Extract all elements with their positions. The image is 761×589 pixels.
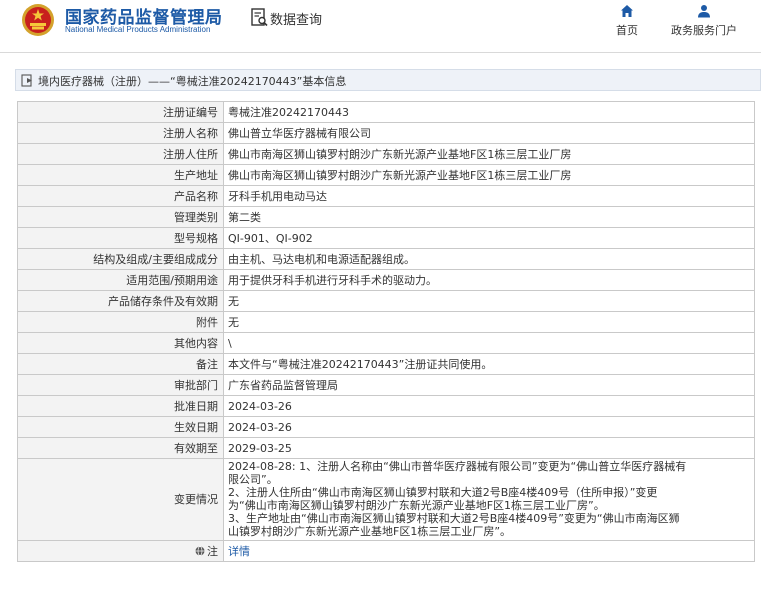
change-line: 山镇罗村朗沙广东新光源产业基地F区1栋三层工业厂房”。 xyxy=(228,525,512,538)
row-value: 广东省药品监督管理局 xyxy=(223,374,755,396)
nav-home[interactable]: 首页 xyxy=(612,4,642,38)
row-label: 型号规格 xyxy=(17,227,224,249)
row-label: 附件 xyxy=(17,311,224,333)
nav-home-label: 首页 xyxy=(616,24,638,37)
row-value: 牙科手机用电动马达 xyxy=(223,185,755,207)
table-row: 备注 本文件与“粤械注准20242170443”注册证共同使用。 xyxy=(17,353,755,375)
table-row: 适用范围/预期用途 用于提供牙科手机进行牙科手术的驱动力。 xyxy=(17,269,755,291)
row-label: 注册证编号 xyxy=(17,101,224,123)
table-row: 审批部门 广东省药品监督管理局 xyxy=(17,374,755,396)
table-row: 管理类别 第二类 xyxy=(17,206,755,228)
detail-link[interactable]: 详情 xyxy=(228,545,250,558)
row-label: 结构及组成/主要组成成分 xyxy=(17,248,224,270)
table-row: 批准日期 2024-03-26 xyxy=(17,395,755,417)
row-value: 2029-03-25 xyxy=(223,437,755,459)
table-row-changes: 变更情况 2024-08-28: 1、注册人名称由“佛山市普华医疗器械有限公司”… xyxy=(17,458,755,541)
row-label: 有效期至 xyxy=(17,437,224,459)
row-label: 适用范围/预期用途 xyxy=(17,269,224,291)
row-label: 产品名称 xyxy=(17,185,224,207)
logo-title-en: National Medical Products Administration xyxy=(65,25,211,34)
search-document-icon xyxy=(251,8,268,27)
nav-gov-service[interactable]: 政务服务门户 xyxy=(664,4,744,38)
globe-icon xyxy=(195,545,205,556)
row-label: 注册人名称 xyxy=(17,122,224,144)
table-row: 注册人住所 佛山市南海区狮山镇罗村朗沙广东新光源产业基地F区1栋三层工业厂房 xyxy=(17,143,755,165)
row-value: 2024-03-26 xyxy=(223,395,755,417)
row-label: 审批部门 xyxy=(17,374,224,396)
changes-value: 2024-08-28: 1、注册人名称由“佛山市普华医疗器械有限公司”变更为“佛… xyxy=(223,458,755,541)
site-header: 国家药品监督管理局 National Medical Products Admi… xyxy=(0,0,761,53)
nav-gov-label: 政务服务门户 xyxy=(671,24,737,37)
row-label: 批准日期 xyxy=(17,395,224,417)
national-emblem-icon xyxy=(22,4,54,36)
user-icon xyxy=(698,5,710,18)
row-value: 佛山普立华医疗器械有限公司 xyxy=(223,122,755,144)
row-value: 用于提供牙科手机进行牙科手术的驱动力。 xyxy=(223,269,755,291)
detail-value: 详情 xyxy=(223,540,755,562)
row-label: 生产地址 xyxy=(17,164,224,186)
row-label: 生效日期 xyxy=(17,416,224,438)
change-line: 限公司”。 xyxy=(228,473,278,486)
data-query-label[interactable]: 数据查询 xyxy=(270,9,322,28)
change-line: 2、注册人住所由“佛山市南海区狮山镇罗村联和大道2号B座4楼409号（住所申报）… xyxy=(228,486,658,499)
row-value: 无 xyxy=(223,290,755,312)
table-row: 产品储存条件及有效期无 xyxy=(17,290,755,312)
table-row: 结构及组成/主要组成成分 由主机、马达电机和电源适配器组成。 xyxy=(17,248,755,270)
row-label: 管理类别 xyxy=(17,206,224,228)
row-value: 2024-03-26 xyxy=(223,416,755,438)
change-line: 3、生产地址由“佛山市南海区狮山镇罗村联和大道2号B座4楼409号”变更为“佛山… xyxy=(228,512,680,525)
change-line: 2024-08-28: 1、注册人名称由“佛山市普华医疗器械有限公司”变更为“佛… xyxy=(228,460,687,473)
table-row: 生效日期 2024-03-26 xyxy=(17,416,755,438)
row-label: 变更情况 xyxy=(17,458,224,541)
record-title-bar: 境内医疗器械（注册）——“粤械注准20242170443”基本信息 xyxy=(15,69,761,91)
detail-note-label: 注 xyxy=(207,544,218,558)
table-row-detail: 注 详情 xyxy=(17,540,755,562)
row-label: 注 xyxy=(17,540,224,562)
registration-info-table: 注册证编号 粤械注准20242170443 注册人名称 佛山普立华医疗器械有限公司 … xyxy=(17,101,755,562)
row-value: 无 xyxy=(223,311,755,333)
row-value: QI-901、QI-902 xyxy=(223,227,755,249)
row-label: 产品储存条件及有效期 xyxy=(17,290,224,312)
home-icon xyxy=(621,5,633,17)
table-row: 生产地址 佛山市南海区狮山镇罗村朗沙广东新光源产业基地F区1栋三层工业厂房 xyxy=(17,164,755,186)
row-value: 佛山市南海区狮山镇罗村朗沙广东新光源产业基地F区1栋三层工业厂房 xyxy=(223,164,755,186)
row-label: 注册人住所 xyxy=(17,143,224,165)
table-row: 注册人名称 佛山普立华医疗器械有限公司 xyxy=(17,122,755,144)
change-line: 为“佛山市南海区狮山镇罗村朗沙广东新光源产业基地F区1栋三层工业厂房”。 xyxy=(228,499,605,512)
arrow-right-icon xyxy=(21,74,32,87)
table-row: 注册证编号 粤械注准20242170443 xyxy=(17,101,755,123)
row-value: 第二类 xyxy=(223,206,755,228)
table-row: 有效期至 2029-03-25 xyxy=(17,437,755,459)
row-value: 本文件与“粤械注准20242170443”注册证共同使用。 xyxy=(223,353,755,375)
table-row: 其他内容 \ xyxy=(17,332,755,354)
table-row: 产品名称 牙科手机用电动马达 xyxy=(17,185,755,207)
row-value: 粤械注准20242170443 xyxy=(223,101,755,123)
row-value: \ xyxy=(223,332,755,354)
table-row: 附件无 xyxy=(17,311,755,333)
row-value: 佛山市南海区狮山镇罗村朗沙广东新光源产业基地F区1栋三层工业厂房 xyxy=(223,143,755,165)
row-value: 由主机、马达电机和电源适配器组成。 xyxy=(223,248,755,270)
record-title: 境内医疗器械（注册）——“粤械注准20242170443”基本信息 xyxy=(38,75,347,88)
row-label: 其他内容 xyxy=(17,332,224,354)
row-label: 备注 xyxy=(17,353,224,375)
table-row: 型号规格 QI-901、QI-902 xyxy=(17,227,755,249)
